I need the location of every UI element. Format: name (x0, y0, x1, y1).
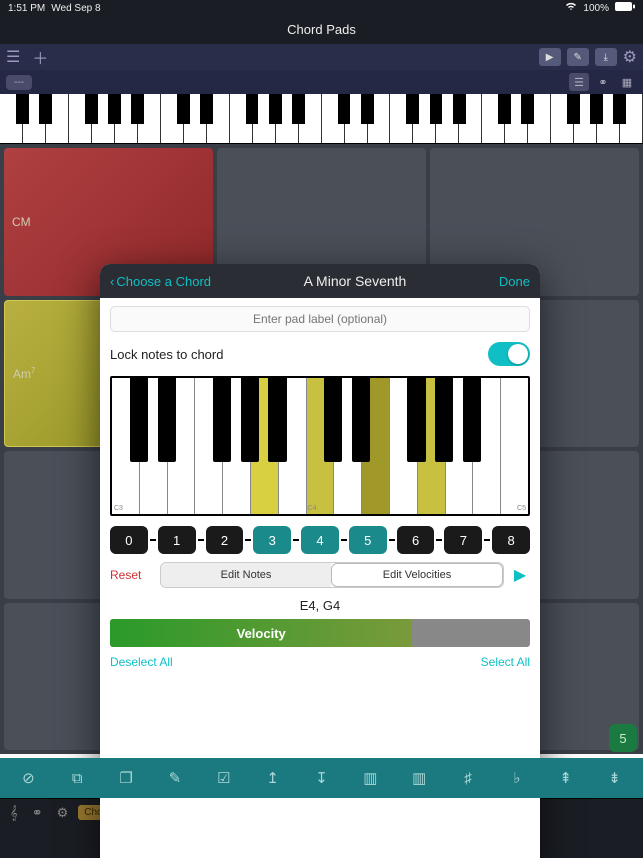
edit-mode-segment: Edit Notes Edit Velocities (160, 562, 504, 588)
velocity-label: Velocity (237, 626, 286, 641)
app-header: ☰ ＋ ▶ ✎ ⤓ ⚙ (0, 44, 643, 70)
status-time: 1:51 PM (8, 3, 45, 14)
settings-icon[interactable]: ⚙ (623, 47, 637, 67)
page-title: Chord Pads (0, 16, 643, 44)
menu-icon[interactable]: ☰ (6, 47, 20, 67)
octave-label: C4 (308, 505, 317, 512)
octave-2[interactable]: 2 (206, 526, 244, 554)
arrow-down-icon[interactable]: ↧ (307, 769, 335, 787)
octave-7[interactable]: 7 (444, 526, 482, 554)
list-view-icon[interactable]: ☰ (569, 73, 589, 91)
bars-narrow-icon[interactable]: ▥ (356, 769, 384, 787)
transpose-down-icon[interactable]: ⇟ (601, 769, 629, 787)
battery-percent: 100% (583, 3, 609, 14)
copy-icon[interactable]: ⧉ (63, 770, 91, 787)
back-label: Choose a Chord (116, 274, 211, 289)
clear-icon[interactable]: ⊘ (14, 769, 42, 787)
count-badge: 5 (609, 724, 637, 752)
status-bar: 1:51 PM Wed Sep 8 100% (0, 0, 643, 16)
octave-5[interactable]: 5 (349, 526, 387, 554)
modal-title: A Minor Seventh (304, 273, 407, 289)
play-button[interactable]: ▶ (539, 48, 561, 66)
selected-notes-label: E4, G4 (110, 598, 530, 613)
sub-header: --- ☰ ⚭ ▦ (0, 70, 643, 94)
link-icon[interactable]: ⚭ (593, 73, 613, 91)
pad-label: Am7 (13, 366, 35, 381)
check-edit-icon[interactable]: ☑ (210, 769, 238, 787)
octave-label: C3 (114, 505, 123, 512)
select-all-button[interactable]: Select All (481, 655, 530, 669)
preset-button[interactable]: --- (6, 75, 32, 90)
pad-label: CM (12, 215, 31, 229)
deselect-all-button[interactable]: Deselect All (110, 655, 173, 669)
chevron-left-icon: ‹ (110, 274, 114, 289)
octave-4[interactable]: 4 (301, 526, 339, 554)
pad-grid: CM Am7 ‹ Choose a Chord A Minor Seventh … (0, 144, 643, 754)
grid-view-icon[interactable]: ▦ (617, 73, 637, 91)
velocity-slider[interactable]: Velocity (110, 619, 530, 647)
modal-header: ‹ Choose a Chord A Minor Seventh Done (100, 264, 540, 298)
edit-velocities-tab[interactable]: Edit Velocities (331, 563, 503, 587)
nav-link-icon[interactable]: ⚭ (28, 803, 47, 823)
keyboard-strip-keys[interactable] (0, 94, 643, 144)
edit-notes-tab[interactable]: Edit Notes (161, 563, 331, 587)
nav-tuning-icon[interactable]: 𝄞 (6, 803, 22, 823)
octave-3[interactable]: 3 (253, 526, 291, 554)
flat-icon[interactable]: ♭ (503, 769, 531, 787)
octave-1[interactable]: 1 (158, 526, 196, 554)
octave-label: C5 (517, 505, 526, 512)
lock-notes-label: Lock notes to chord (110, 347, 223, 362)
transpose-up-icon[interactable]: ⇞ (552, 769, 580, 787)
add-icon[interactable]: ＋ (32, 45, 48, 69)
octave-6[interactable]: 6 (397, 526, 435, 554)
back-button[interactable]: ‹ Choose a Chord (110, 274, 211, 289)
reset-button[interactable]: Reset (110, 568, 154, 582)
octave-0[interactable]: 0 (110, 526, 148, 554)
sharp-icon[interactable]: ♯ (454, 770, 482, 787)
duplicate-icon[interactable]: ❐ (112, 769, 140, 787)
lock-notes-switch[interactable] (488, 342, 530, 366)
pad-label-input[interactable] (110, 306, 530, 332)
arrow-up-icon[interactable]: ↥ (259, 769, 287, 787)
done-button[interactable]: Done (499, 274, 530, 289)
battery-icon (615, 2, 635, 14)
status-date: Wed Sep 8 (51, 3, 100, 14)
edit-button[interactable]: ✎ (567, 48, 589, 66)
chord-toolbar: 5 ⊘ ⧉ ❐ ✎ ☑ ↥ ↧ ▥ ▥ ♯ ♭ ⇞ ⇟ (0, 758, 643, 798)
octave-selector: 0 1 2 3 4 5 6 7 8 (110, 526, 530, 554)
wifi-icon (565, 2, 577, 14)
play-chord-icon[interactable]: ▶ (510, 565, 530, 585)
chord-keyboard[interactable]: C3 C4 C5 (110, 376, 530, 516)
velocity-fill: Velocity (110, 619, 412, 647)
bars-wide-icon[interactable]: ▥ (405, 769, 433, 787)
nav-settings-icon[interactable]: ⚙ (53, 803, 73, 823)
export-button[interactable]: ⤓ (595, 48, 617, 66)
edit-icon[interactable]: ✎ (161, 769, 189, 787)
octave-8[interactable]: 8 (492, 526, 530, 554)
